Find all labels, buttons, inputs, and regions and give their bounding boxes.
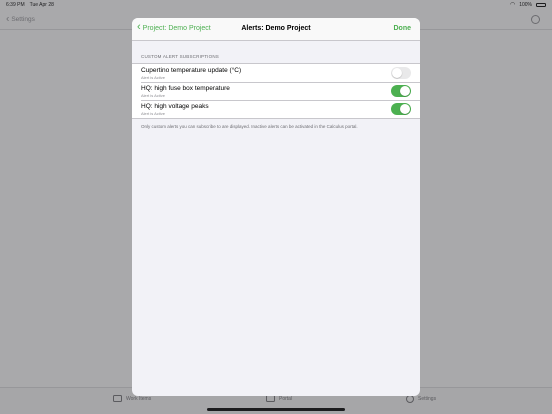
alert-list: Cupertino temperature update (°C) Alert … <box>132 63 420 119</box>
chevron-left-icon: ‹ <box>6 13 10 24</box>
alert-toggle[interactable] <box>391 85 411 97</box>
status-time: 6:39 PM <box>6 2 25 8</box>
wifi-icon: ◠ <box>509 2 516 8</box>
battery-icon <box>536 2 546 8</box>
alert-status: Alert is Active <box>141 74 166 80</box>
home-indicator[interactable] <box>207 408 345 411</box>
background-back-button[interactable]: ‹ Settings <box>6 13 35 25</box>
section-header: CUSTOM ALERT SUBSCRIPTIONS <box>141 54 219 59</box>
sheet-title: Alerts: Demo Project <box>241 25 311 32</box>
toggle-knob <box>400 104 410 114</box>
gear-icon <box>406 395 414 403</box>
tab-label: Portal <box>279 395 293 402</box>
alert-toggle[interactable] <box>391 103 411 115</box>
alert-toggle[interactable] <box>391 67 411 79</box>
gear-icon[interactable] <box>531 15 540 24</box>
tab-settings[interactable]: Settings <box>406 395 436 403</box>
status-date: Tue Apr 28 <box>29 2 54 8</box>
briefcase-icon <box>113 395 122 402</box>
sheet-navigation-bar: ‹ Project: Demo Project Alerts: Demo Pro… <box>132 18 420 41</box>
alert-status: Alert is Active <box>141 110 166 116</box>
toggle-knob <box>392 68 402 78</box>
alert-name: Cupertino temperature update (°C) <box>141 66 242 74</box>
alert-name: HQ: high voltage peaks <box>141 102 209 110</box>
alert-row-cupertino-temperature: Cupertino temperature update (°C) Alert … <box>132 64 420 82</box>
alerts-sheet: ‹ Project: Demo Project Alerts: Demo Pro… <box>132 18 420 396</box>
tab-label: Settings <box>418 396 437 402</box>
tab-work-items[interactable]: Work Items <box>113 395 151 402</box>
alert-name: HQ: high fuse box temperature <box>141 84 230 92</box>
monitor-icon <box>266 395 275 402</box>
alert-status: Alert is Active <box>141 92 166 98</box>
alert-row-fuse-box-temperature: HQ: high fuse box temperature Alert is A… <box>132 82 420 100</box>
done-button[interactable]: Done <box>394 25 412 32</box>
background-back-label: Settings <box>11 16 35 23</box>
alert-row-high-voltage-peaks: HQ: high voltage peaks Alert is Active <box>132 100 420 118</box>
section-footer: Only custom alerts you can subscribe to … <box>141 124 358 129</box>
toggle-knob <box>400 86 410 96</box>
status-bar: 6:39 PM Tue Apr 28 ◠ 100% <box>0 0 552 10</box>
tab-portal[interactable]: Portal <box>266 395 292 402</box>
battery-percentage: 100% <box>519 2 532 8</box>
tab-label: Work Items <box>126 395 152 402</box>
